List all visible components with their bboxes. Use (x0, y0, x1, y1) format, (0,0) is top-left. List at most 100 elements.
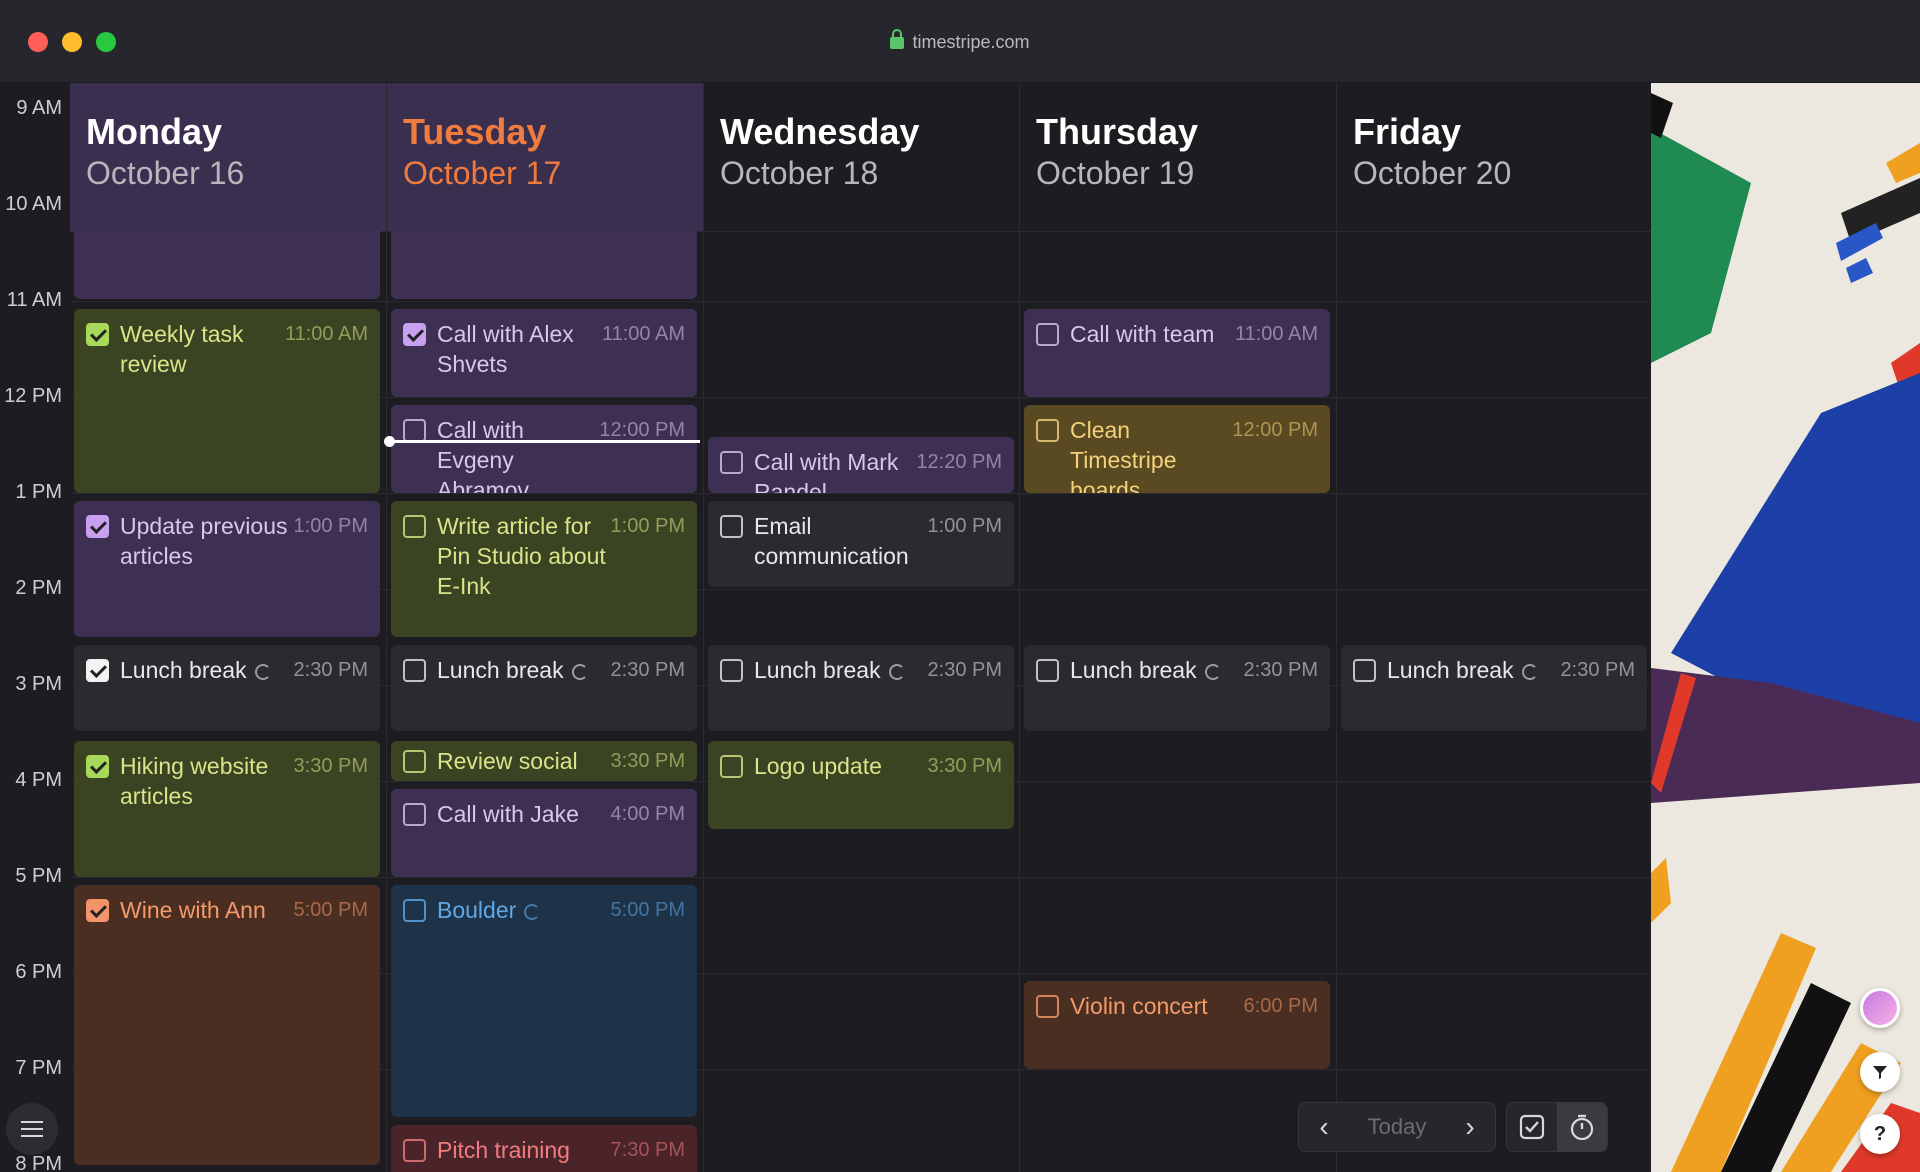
event-card[interactable]: Write article for Pin Studio about E-Ink… (391, 501, 697, 637)
day-header-friday[interactable]: Friday October 20 (1337, 83, 1651, 231)
event-title: Wine with Ann (120, 897, 266, 923)
event-title: Lunch break (1387, 657, 1514, 683)
repeat-icon (254, 663, 271, 680)
event-time: 5:00 PM (293, 899, 368, 921)
event-checkbox[interactable] (403, 899, 426, 922)
event-checkbox[interactable] (403, 1139, 426, 1162)
event-time: 12:20 PM (916, 451, 1002, 473)
event-time: 6:00 PM (1243, 995, 1318, 1017)
day-header-thursday[interactable]: Thursday October 19 (1020, 83, 1336, 231)
calendar-app: 9 AM 10 AM 11 AM 12 PM 1 PM 2 PM 3 PM 4 … (0, 83, 1651, 1172)
event-checkbox[interactable] (720, 659, 743, 682)
day-name: Monday (86, 111, 223, 152)
event-card[interactable]: Lunch break 2:30 PM (1024, 645, 1330, 731)
address-bar[interactable]: timestripe.com (0, 29, 1920, 53)
event-checkbox[interactable] (403, 750, 426, 773)
event-title: Email communication (754, 513, 909, 569)
event-checkbox[interactable] (86, 755, 109, 778)
event-card[interactable]: Lunch break 2:30 PM (391, 645, 697, 731)
event-checkbox[interactable] (1036, 659, 1059, 682)
event-time: 1:00 PM (927, 515, 1002, 537)
event-time: 3:30 PM (610, 750, 685, 772)
event-checkbox[interactable] (86, 515, 109, 538)
tasks-toggle-button[interactable] (1507, 1102, 1557, 1152)
help-button[interactable]: ? (1860, 1114, 1900, 1154)
event-checkbox[interactable] (1036, 323, 1059, 346)
timer-icon (1570, 1114, 1594, 1141)
view-toggle-group (1506, 1102, 1608, 1152)
prev-week-button[interactable]: ‹ (1299, 1102, 1349, 1152)
event-card[interactable]: Call with Mark Randel 12:20 PM (708, 437, 1014, 493)
event-card[interactable]: Boulder 5:00 PM (391, 885, 697, 1117)
time-label: 10 AM (5, 193, 62, 215)
event-title: Lunch break (437, 657, 564, 683)
event-card[interactable]: Call with Jake 4:00 PM (391, 789, 697, 877)
event-title: Lunch break (120, 657, 247, 683)
event-card[interactable]: Call with Alex Shvets 11:00 AM (391, 309, 697, 397)
event-card[interactable]: Lunch break 2:30 PM (74, 645, 380, 731)
repeat-icon (1521, 663, 1538, 680)
event-card[interactable]: Lunch break 2:30 PM (708, 645, 1014, 731)
event-checkbox[interactable] (720, 451, 743, 474)
repeat-icon (888, 663, 905, 680)
event-checkbox[interactable] (1036, 419, 1059, 442)
event-title: Call with Jake (437, 801, 579, 827)
event-card[interactable]: Pitch training 7:30 PM (391, 1125, 697, 1172)
day-header-wednesday[interactable]: Wednesday October 18 (704, 83, 1020, 231)
event-card[interactable]: Call with Evgeny Abramov 12:00 PM (391, 405, 697, 493)
hour-gridline (70, 301, 1651, 302)
current-time-indicator (384, 436, 700, 447)
event-card[interactable]: Lunch break 2:30 PM (1341, 645, 1647, 731)
event-checkbox[interactable] (86, 323, 109, 346)
event-time: 11:00 AM (284, 323, 368, 345)
event-card[interactable]: Wine with Ann 5:00 PM (74, 885, 380, 1165)
day-date: October 16 (86, 155, 245, 191)
event-title: Call with Mark Randel (754, 449, 899, 493)
event-card[interactable]: Logo update 3:30 PM (708, 741, 1014, 829)
event-title: Lunch break (754, 657, 881, 683)
today-button[interactable]: Today (1349, 1114, 1445, 1140)
event-checkbox[interactable] (720, 755, 743, 778)
event-checkbox[interactable] (1353, 659, 1376, 682)
menu-button[interactable] (6, 1103, 58, 1155)
event-card[interactable]: Review social 3:30 PM (391, 741, 697, 781)
event-time: 11:00 AM (1234, 323, 1318, 345)
event-title: Hiking website articles (120, 753, 269, 809)
event-title: Call with Evgeny Abramov (437, 417, 530, 493)
event-card[interactable]: Violin concert 6:00 PM (1024, 981, 1330, 1069)
event-card[interactable]: Update previous articles 1:00 PM (74, 501, 380, 637)
day-header-tuesday[interactable]: Tuesday October 17 (387, 83, 703, 231)
event-checkbox[interactable] (403, 515, 426, 538)
event-checkbox[interactable] (403, 323, 426, 346)
next-week-button[interactable]: › (1445, 1102, 1495, 1152)
event-card[interactable]: Clean Timestripe boards 12:00 PM (1024, 405, 1330, 493)
day-header-monday[interactable]: Monday October 16 (70, 83, 386, 231)
event-time: 3:30 PM (927, 755, 1002, 777)
date-navigation: ‹ Today › (1298, 1102, 1496, 1152)
chevron-right-icon: › (1465, 1111, 1475, 1142)
lock-icon (890, 29, 905, 49)
browser-titlebar: timestripe.com (0, 0, 1920, 83)
event-title: Write article for Pin Studio about E-Ink (437, 513, 606, 599)
event-card[interactable]: Email communication 1:00 PM (708, 501, 1014, 587)
event-checkbox[interactable] (86, 899, 109, 922)
event-checkbox[interactable] (86, 659, 109, 682)
event-checkbox[interactable] (1036, 995, 1059, 1018)
event-title: Clean Timestripe boards (1070, 417, 1177, 493)
day-name: Wednesday (720, 111, 920, 152)
event-checkbox[interactable] (403, 419, 426, 442)
event-checkbox[interactable] (720, 515, 743, 538)
column-separator (1019, 83, 1020, 1172)
filter-icon (1873, 1066, 1887, 1079)
event-card[interactable]: Weekly task review 11:00 AM (74, 309, 380, 493)
timer-button[interactable] (1557, 1102, 1607, 1152)
avatar-button[interactable] (1860, 988, 1900, 1028)
filter-button[interactable] (1860, 1052, 1900, 1092)
event-card[interactable]: Hiking website articles 3:30 PM (74, 741, 380, 877)
event-card[interactable]: Call with team 11:00 AM (1024, 309, 1330, 397)
event-time: 4:00 PM (610, 803, 685, 825)
event-checkbox[interactable] (403, 803, 426, 826)
event-time: 5:00 PM (610, 899, 685, 921)
event-checkbox[interactable] (403, 659, 426, 682)
time-label: 5 PM (15, 865, 62, 887)
